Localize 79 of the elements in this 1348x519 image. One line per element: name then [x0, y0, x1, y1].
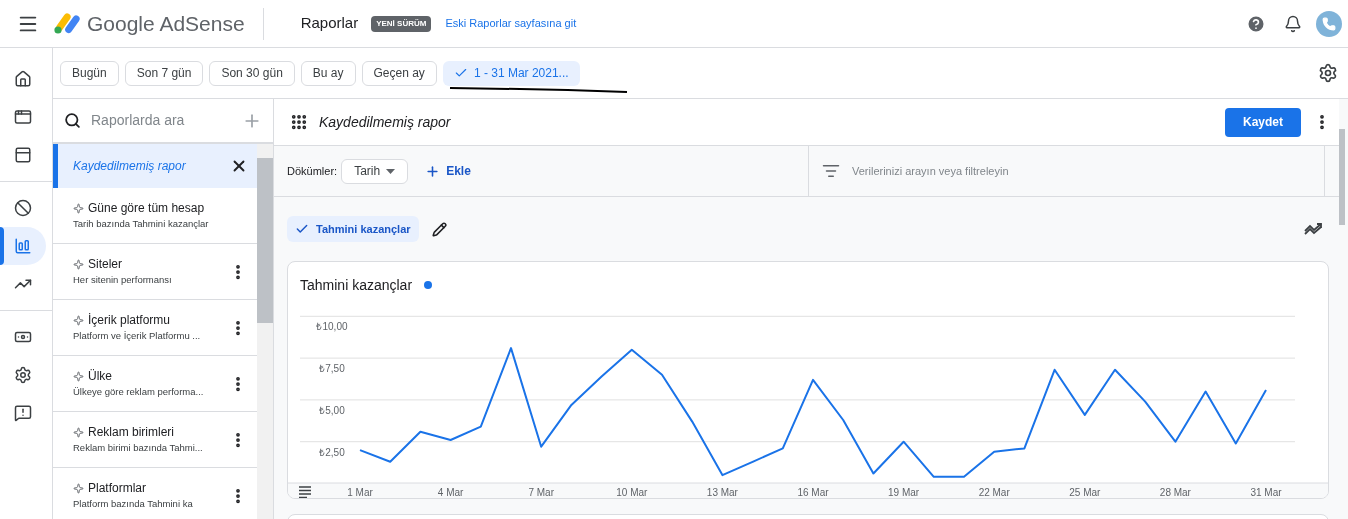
product-name: Google AdSense — [87, 10, 245, 37]
reports-nav-button[interactable] — [0, 227, 46, 265]
x-axis-label: 31 Mar — [1250, 487, 1282, 498]
check-icon — [453, 66, 468, 80]
report-subtitle: Her sitenin performansı — [73, 273, 173, 288]
breakdown-label: Dökümler: — [287, 163, 338, 179]
feedback-icon — [14, 404, 32, 422]
x-axis-label: 13 Mar — [706, 487, 738, 498]
reports-icon — [14, 237, 32, 255]
sparkle-icon — [73, 202, 84, 214]
y-axis-label: ₺7,50 — [319, 363, 345, 375]
chart-title: Tahmini kazançlar — [300, 275, 413, 295]
scrollbar[interactable] — [257, 144, 273, 519]
report-title: Siteler — [88, 256, 122, 274]
x-axis-label: 25 Mar — [1069, 487, 1101, 498]
y-axis-label: ₺5,00 — [319, 404, 345, 416]
report-subtitle: Ülkeye göre reklam performa... — [73, 385, 205, 400]
block-icon — [14, 199, 32, 217]
breakdown-dropdown[interactable]: Tarih — [341, 158, 409, 184]
add-breakdown-button[interactable]: Ekle — [425, 162, 471, 180]
table-icon[interactable] — [298, 486, 312, 498]
sparkle-icon — [73, 482, 84, 494]
date-range-chip[interactable]: Bu ay — [300, 60, 356, 86]
report-subtitle: Platform bazında Tahmini ka — [73, 497, 194, 512]
new-version-badge: YENİ SÜRÜM — [371, 15, 432, 32]
report-title: İçerik platformu — [88, 312, 171, 330]
ads-icon — [14, 108, 32, 126]
adsense-logo-icon — [53, 12, 81, 35]
sparkle-icon — [73, 258, 84, 270]
x-axis-label: 4 Mar — [437, 487, 464, 498]
settings-icon[interactable] — [1318, 63, 1338, 83]
report-subtitle: Reklam birimi bazında Tahmi... — [73, 441, 204, 456]
x-axis-label: 28 Mar — [1159, 487, 1191, 498]
sparkle-icon — [73, 314, 84, 326]
settings-icon — [14, 366, 32, 384]
date-range-chip[interactable]: Son 7 gün — [124, 60, 204, 86]
x-axis-label: 16 Mar — [797, 487, 829, 498]
metric-chip[interactable]: Tahmini kazançlar — [287, 216, 419, 242]
report-title: Ülke — [88, 368, 112, 386]
report-title: Kaydedilmemiş rapor — [319, 112, 451, 132]
notifications-icon[interactable] — [1284, 14, 1302, 33]
filter-field[interactable]: Verilerinizi arayın veya filtreleyin — [852, 162, 1324, 180]
phone-icon — [1322, 16, 1336, 31]
x-axis-label: 19 Mar — [888, 487, 920, 498]
sparkle-icon — [73, 426, 84, 438]
home-icon — [14, 70, 32, 88]
date-range-chip[interactable]: Bugün — [60, 60, 119, 86]
edit-icon[interactable] — [431, 221, 447, 237]
x-axis-label: 22 Mar — [978, 487, 1010, 498]
x-axis-label: 10 Mar — [616, 487, 648, 498]
filter-icon — [822, 162, 840, 180]
date-range-chip[interactable]: Son 30 gün — [209, 60, 295, 86]
check-icon — [295, 222, 309, 236]
y-axis-label: ₺10,00 — [316, 321, 348, 333]
y-axis-label: ₺2,50 — [319, 446, 345, 458]
date-range-chip[interactable]: Geçen ay — [361, 60, 437, 86]
old-reports-link[interactable]: Eski Raporlar sayfasına git — [445, 15, 577, 32]
date-range-chip[interactable]: 1 - 31 Mar 2021... — [442, 60, 580, 86]
x-axis-label: 7 Mar — [528, 487, 554, 498]
report-subtitle: Platform ve İçerik Platformu ... — [73, 329, 202, 344]
report-title: Platformlar — [88, 480, 146, 498]
report-title: Reklam birimleri — [88, 424, 174, 442]
report-title: Güne göre tüm hesap — [88, 200, 205, 218]
report-list-item[interactable]: Kaydedilmemiş rapor — [53, 144, 257, 188]
report-subtitle: Tarih bazında Tahmini kazançlar — [73, 217, 210, 232]
active-indicator — [0, 227, 4, 265]
apps-grid-icon[interactable] — [290, 113, 308, 131]
report-title: Kaydedilmemiş rapor — [73, 158, 187, 175]
dropdown-caret-icon — [386, 168, 396, 174]
plus-icon — [425, 163, 441, 179]
save-button[interactable]: Kaydet — [1225, 107, 1301, 137]
sparkle-icon — [73, 370, 84, 382]
report-search-field[interactable]: Raporlarda ara — [91, 110, 242, 131]
help-icon[interactable] — [1246, 13, 1266, 34]
compare-trend-icon[interactable] — [1304, 223, 1322, 235]
page-title: Raporlar — [300, 13, 359, 34]
layout-icon — [14, 146, 32, 164]
search-icon — [64, 112, 81, 129]
x-axis-label: 1 Mar — [347, 487, 373, 498]
